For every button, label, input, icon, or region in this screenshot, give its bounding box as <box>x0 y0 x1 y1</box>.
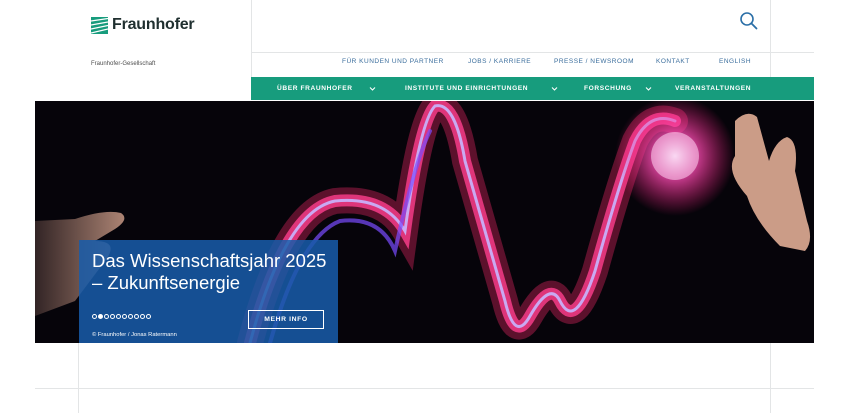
fraunhofer-logo-icon <box>91 16 108 34</box>
slide-dot[interactable] <box>104 314 109 319</box>
slide-dot[interactable] <box>110 314 115 319</box>
brand-name: Fraunhofer <box>112 16 195 33</box>
content-divider <box>35 388 814 389</box>
nav-item-forschung[interactable]: FORSCHUNG <box>584 77 632 100</box>
hero-caption: Das Wissenschaftsjahr 2025 – Zukunftsene… <box>79 240 338 343</box>
chevron-down-icon[interactable] <box>369 85 376 92</box>
org-name: Fraunhofer-Gesellschaft <box>91 61 156 67</box>
nav-item-institute[interactable]: INSTITUTE UND EINRICHTUNGEN <box>405 77 528 100</box>
header-divider <box>251 52 814 53</box>
search-button[interactable] <box>738 10 760 32</box>
toplink-kunden[interactable]: FÜR KUNDEN UND PARTNER <box>342 58 444 65</box>
nav-item-veranstaltungen[interactable]: VERANSTALTUNGEN <box>675 77 751 100</box>
logo[interactable]: Fraunhofer <box>91 16 195 34</box>
toplink-presse[interactable]: PRESSE / NEWSROOM <box>554 58 634 65</box>
toplink-jobs[interactable]: JOBS / KARRIERE <box>468 58 531 65</box>
image-credit: © Fraunhofer / Jonas Ratermann <box>92 332 177 338</box>
slide-dot[interactable] <box>92 314 97 319</box>
toplink-english[interactable]: ENGLISH <box>719 58 751 65</box>
more-info-button[interactable]: MEHR INFO <box>248 310 324 329</box>
slide-indicator <box>92 314 151 319</box>
content-divider <box>78 343 79 413</box>
top-links: FÜR KUNDEN UND PARTNER JOBS / KARRIERE P… <box>252 58 772 72</box>
slide-dot[interactable] <box>116 314 121 319</box>
slide-dot[interactable] <box>146 314 151 319</box>
slide-dot[interactable] <box>122 314 127 319</box>
main-nav: ÜBER FRAUNHOFER INSTITUTE UND EINRICHTUN… <box>251 77 814 100</box>
chevron-down-icon[interactable] <box>551 85 558 92</box>
hero-title: Das Wissenschaftsjahr 2025 – Zukunftsene… <box>92 250 327 293</box>
slide-dot[interactable] <box>128 314 133 319</box>
content-divider <box>770 343 771 413</box>
slide-dot[interactable] <box>98 314 103 319</box>
chevron-down-icon[interactable] <box>645 85 652 92</box>
search-icon <box>740 12 758 30</box>
slide-dot[interactable] <box>140 314 145 319</box>
toplink-kontakt[interactable]: KONTAKT <box>656 58 690 65</box>
nav-item-ueber[interactable]: ÜBER FRAUNHOFER <box>277 77 353 100</box>
slide-dot[interactable] <box>134 314 139 319</box>
